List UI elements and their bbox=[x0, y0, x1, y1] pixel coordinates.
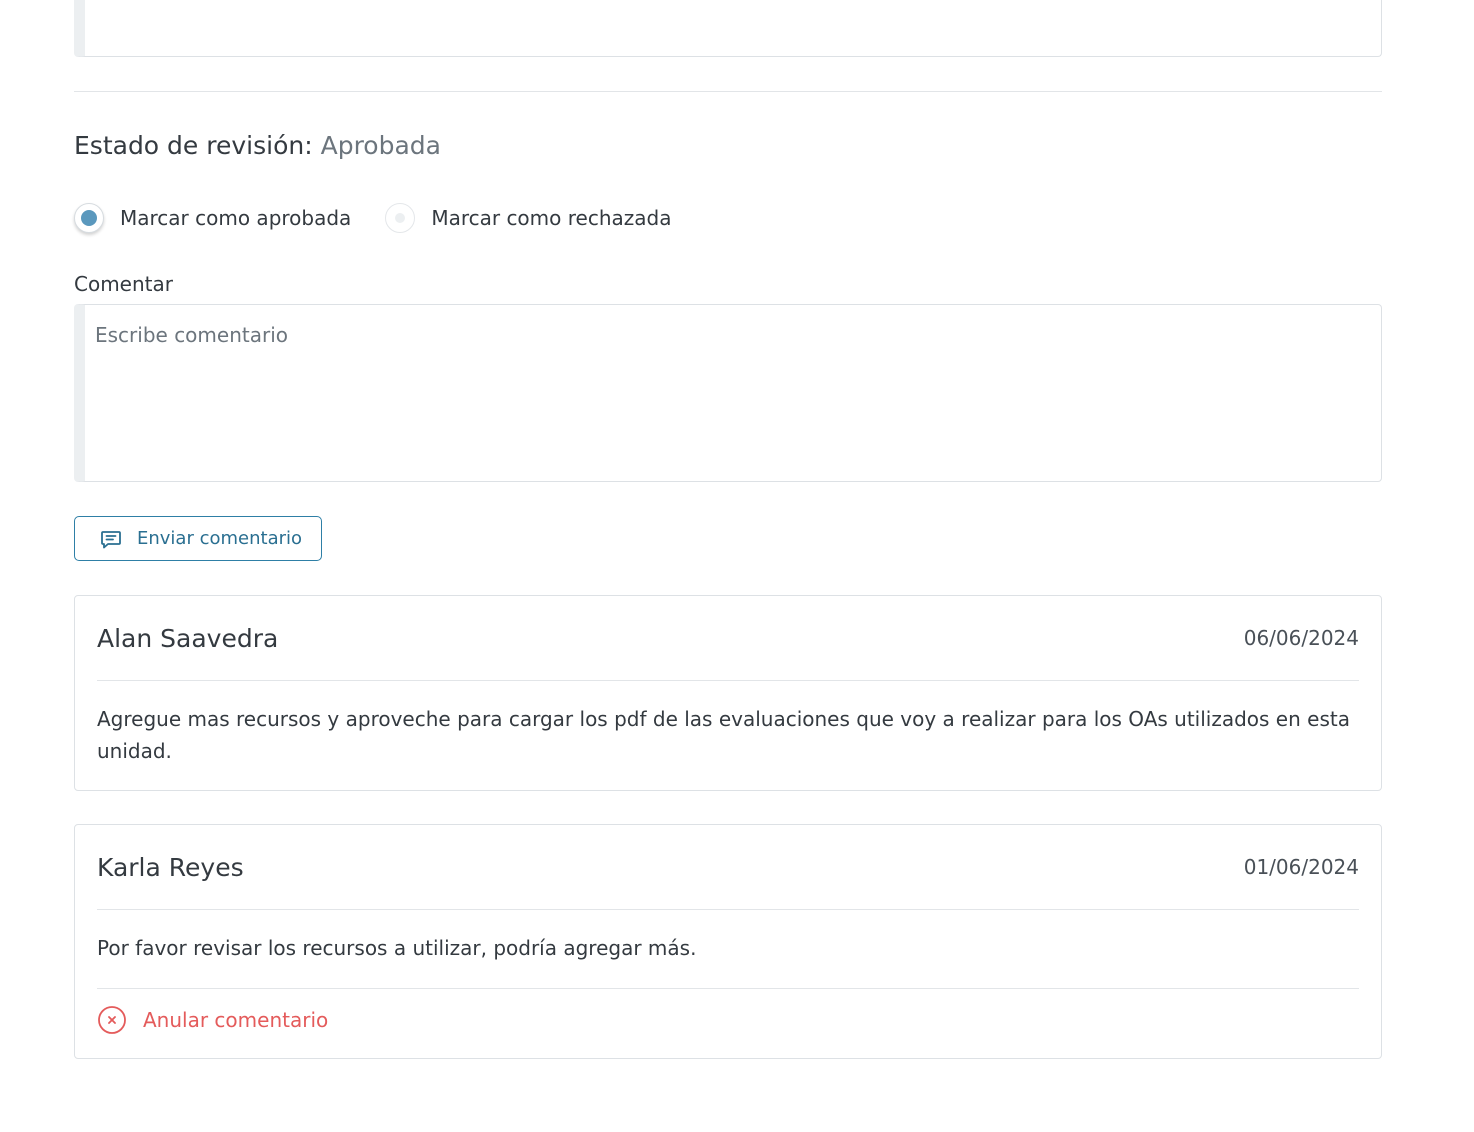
radio-approve[interactable]: Marcar como aprobada bbox=[74, 203, 351, 233]
comment-text: Por favor revisar los recursos a utiliza… bbox=[97, 910, 1359, 989]
review-status-value: Aprobada bbox=[320, 131, 441, 160]
comment-text: Agregue mas recursos y aproveche para ca… bbox=[97, 707, 1350, 763]
review-panel: ─ ─ ─ ─ ─ ─ ─ ─ ─ ─ ─ ─ ─ ─ , ─ ─ ─ ─ ─ … bbox=[0, 0, 1474, 1132]
x-circle-icon bbox=[98, 1006, 126, 1034]
review-status: Estado de revisión: Aprobada bbox=[74, 128, 441, 164]
comment-card-footer: Anular comentario bbox=[97, 989, 1359, 1051]
cancel-comment-link[interactable]: Anular comentario bbox=[97, 1005, 328, 1035]
comment-card: Alan Saavedra 06/06/2024 Agregue mas rec… bbox=[74, 595, 1382, 791]
section-divider bbox=[74, 91, 1382, 92]
send-comment-button-label: Enviar comentario bbox=[137, 528, 303, 549]
radio-reject-label: Marcar como rechazada bbox=[431, 206, 672, 230]
cancel-comment-label: Anular comentario bbox=[143, 1008, 329, 1032]
radio-approve-selected-icon[interactable] bbox=[74, 203, 104, 233]
review-status-label: Estado de revisión: bbox=[74, 131, 313, 160]
review-decision-radio-group: Marcar como aprobada Marcar como rechaza… bbox=[74, 200, 705, 236]
previous-text-field: ─ ─ ─ ─ ─ ─ ─ ─ ─ ─ ─ ─ ─ ─ , ─ ─ ─ ─ ─ bbox=[74, 0, 1382, 57]
radio-reject[interactable]: Marcar como rechazada bbox=[385, 203, 671, 233]
comment-card-header: Karla Reyes 01/06/2024 bbox=[97, 825, 1359, 910]
comment-author: Alan Saavedra bbox=[97, 623, 279, 653]
radio-reject-unselected-icon[interactable] bbox=[385, 203, 416, 233]
comment-card: Karla Reyes 01/06/2024 Por favor revisar… bbox=[74, 824, 1382, 1059]
radio-approve-label: Marcar como aprobada bbox=[120, 206, 352, 230]
comment-date: 01/06/2024 bbox=[1243, 855, 1359, 879]
message-square-text-icon bbox=[101, 530, 121, 548]
comment-card-header: Alan Saavedra 06/06/2024 bbox=[97, 596, 1359, 681]
comment-textarea[interactable] bbox=[74, 304, 1382, 482]
comment-date: 06/06/2024 bbox=[1243, 626, 1359, 650]
send-comment-button[interactable]: Enviar comentario bbox=[74, 516, 322, 561]
comment-author: Karla Reyes bbox=[97, 852, 244, 882]
comment-field-label: Comentar bbox=[74, 272, 173, 296]
